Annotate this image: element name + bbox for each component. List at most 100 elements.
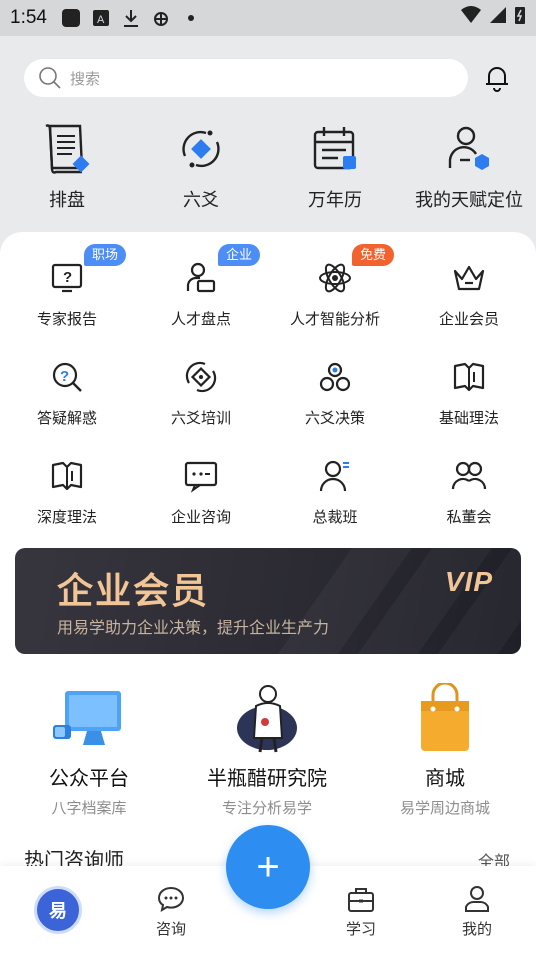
feature-grid: 职场 ? 专家报告 企业 人才盘点 免费 人才智能分析 企业会员 ? 答疑解惑 … bbox=[0, 244, 536, 545]
grid-label: 人才智能分析 bbox=[289, 311, 380, 328]
service-subtitle: 八字档案库 bbox=[51, 800, 127, 817]
cycle-diamond-icon bbox=[174, 122, 228, 176]
grid-label: 六爻培训 bbox=[170, 410, 231, 427]
download-icon bbox=[121, 8, 141, 28]
grid-label: 企业会员 bbox=[438, 311, 499, 328]
service-public-platform[interactable]: 公众平台 八字档案库 bbox=[0, 680, 178, 818]
search-icon bbox=[39, 67, 61, 89]
grid-item-private-board[interactable]: 私董会 bbox=[402, 446, 536, 545]
add-button[interactable]: + bbox=[226, 825, 310, 909]
grid-label: 总裁班 bbox=[312, 509, 358, 526]
search-placeholder: 搜索 bbox=[70, 70, 101, 88]
service-title: 商城 bbox=[425, 768, 465, 790]
grid-label: 六爻决策 bbox=[304, 410, 365, 427]
tab-home-logo[interactable]: 易 bbox=[34, 886, 82, 934]
banner-subtitle: 用易学助力企业决策，提升企业生产力 bbox=[57, 620, 330, 637]
grid-item-president-class[interactable]: 总裁班 bbox=[268, 446, 402, 545]
grid-label: 企业咨询 bbox=[170, 509, 231, 526]
app-notification-icon bbox=[61, 8, 81, 28]
grid-label: 基础理法 bbox=[438, 410, 499, 427]
grid-item-enterprise-member[interactable]: 企业会员 bbox=[402, 248, 536, 347]
grid-item-expert-report[interactable]: 职场 ? 专家报告 bbox=[0, 244, 134, 347]
badge-free: 免费 bbox=[352, 244, 395, 266]
chat-bubble-icon bbox=[156, 884, 186, 914]
tab-label: 我的 bbox=[462, 921, 493, 938]
plus-icon: + bbox=[256, 845, 280, 889]
status-time: 1:54 bbox=[10, 7, 47, 28]
grid-label: 人才盘点 bbox=[170, 311, 231, 328]
grid-item-basic-theory[interactable]: 基础理法 bbox=[402, 347, 536, 446]
bug-icon bbox=[151, 8, 171, 28]
enterprise-member-banner[interactable]: 企业会员 用易学助力企业决策，提升企业生产力 VIP bbox=[15, 548, 521, 654]
top-nav-item-liuyao[interactable]: 六爻 bbox=[134, 122, 268, 222]
home-logo-text: 易 bbox=[49, 901, 67, 921]
bell-icon[interactable] bbox=[482, 63, 512, 93]
scroll-icon bbox=[40, 122, 94, 176]
briefcase-icon bbox=[346, 884, 376, 914]
dot-icon bbox=[181, 8, 201, 28]
service-mall[interactable]: 商城 易学周边商城 bbox=[356, 680, 534, 818]
a-box-icon: A bbox=[91, 8, 111, 28]
tab-consult[interactable]: 咨询 bbox=[156, 884, 186, 939]
top-nav-item-talent[interactable]: 我的天赋定位 bbox=[402, 122, 536, 222]
shopping-bag-icon bbox=[400, 680, 490, 756]
vip-badge: VIP bbox=[444, 566, 493, 597]
grid-item-liuyao-decision[interactable]: 六爻决策 bbox=[268, 347, 402, 446]
battery-icon bbox=[514, 5, 526, 31]
tab-mine[interactable]: 我的 bbox=[462, 884, 492, 939]
group-icon bbox=[449, 456, 489, 496]
top-nav-label: 排盘 bbox=[49, 190, 85, 210]
badge-workplace: 职场 bbox=[84, 244, 127, 266]
signal-icon bbox=[488, 5, 508, 31]
figure-logo-icon bbox=[222, 680, 312, 756]
service-subtitle: 易学周边商城 bbox=[399, 800, 490, 817]
service-title: 公众平台 bbox=[49, 768, 129, 790]
top-nav-label: 六爻 bbox=[183, 190, 219, 210]
grid-label: 专家报告 bbox=[36, 311, 97, 328]
svg-text:?: ? bbox=[60, 368, 69, 385]
banner-title: 企业会员 bbox=[57, 570, 210, 611]
badge-enterprise: 企业 bbox=[218, 244, 261, 266]
grid-item-talent-inventory[interactable]: 企业 人才盘点 bbox=[134, 244, 268, 347]
user-hexagon-icon bbox=[442, 122, 496, 176]
grid-item-liuyao-training[interactable]: 六爻培训 bbox=[134, 347, 268, 446]
top-nav: 排盘 六爻 万年历 我的天赋定位 bbox=[0, 122, 536, 222]
grid-label: 答疑解惑 bbox=[36, 410, 97, 427]
tab-label: 学习 bbox=[346, 921, 377, 938]
service-research-institute[interactable]: 半瓶醋研究院 专注分析易学 bbox=[178, 680, 356, 818]
svg-text:A: A bbox=[97, 14, 105, 26]
top-nav-item-paipan[interactable]: 排盘 bbox=[0, 122, 134, 222]
chat-dots-icon bbox=[181, 456, 221, 496]
person-icon bbox=[315, 456, 355, 496]
status-bar: 1:54 A bbox=[0, 0, 536, 36]
tab-learn[interactable]: 学习 bbox=[346, 884, 376, 939]
book-icon bbox=[449, 357, 489, 397]
grid-label: 深度理法 bbox=[36, 509, 97, 526]
grid-item-talent-ai[interactable]: 免费 人才智能分析 bbox=[268, 244, 402, 347]
wifi-icon bbox=[460, 5, 482, 31]
circles-icon bbox=[315, 357, 355, 397]
service-subtitle: 专注分析易学 bbox=[221, 800, 312, 817]
tab-label: 咨询 bbox=[156, 921, 187, 938]
top-nav-label: 我的天赋定位 bbox=[415, 190, 523, 210]
book-icon bbox=[47, 456, 87, 496]
person-desk-icon bbox=[181, 258, 221, 298]
calendar-icon bbox=[308, 122, 362, 176]
question-search-icon: ? bbox=[47, 357, 87, 397]
grid-item-advanced-theory[interactable]: 深度理法 bbox=[0, 446, 134, 545]
top-nav-label: 万年历 bbox=[308, 190, 362, 210]
report-icon: ? bbox=[47, 258, 87, 298]
svg-text:?: ? bbox=[63, 269, 72, 286]
grid-item-qa[interactable]: ? 答疑解惑 bbox=[0, 347, 134, 446]
atom-icon bbox=[315, 258, 355, 298]
grid-label: 私董会 bbox=[446, 509, 492, 526]
search-row: 搜索 bbox=[0, 36, 536, 120]
top-nav-item-calendar[interactable]: 万年历 bbox=[268, 122, 402, 222]
cycle-diamond-icon bbox=[181, 357, 221, 397]
crown-icon bbox=[449, 258, 489, 298]
service-title: 半瓶醋研究院 bbox=[207, 768, 327, 790]
search-input[interactable]: 搜索 bbox=[24, 59, 468, 97]
services-row: 公众平台 八字档案库 半瓶醋研究院 专注分析易学 商城 易学周边商城 bbox=[0, 680, 536, 818]
grid-item-enterprise-consult[interactable]: 企业咨询 bbox=[134, 446, 268, 545]
user-icon bbox=[462, 884, 492, 914]
